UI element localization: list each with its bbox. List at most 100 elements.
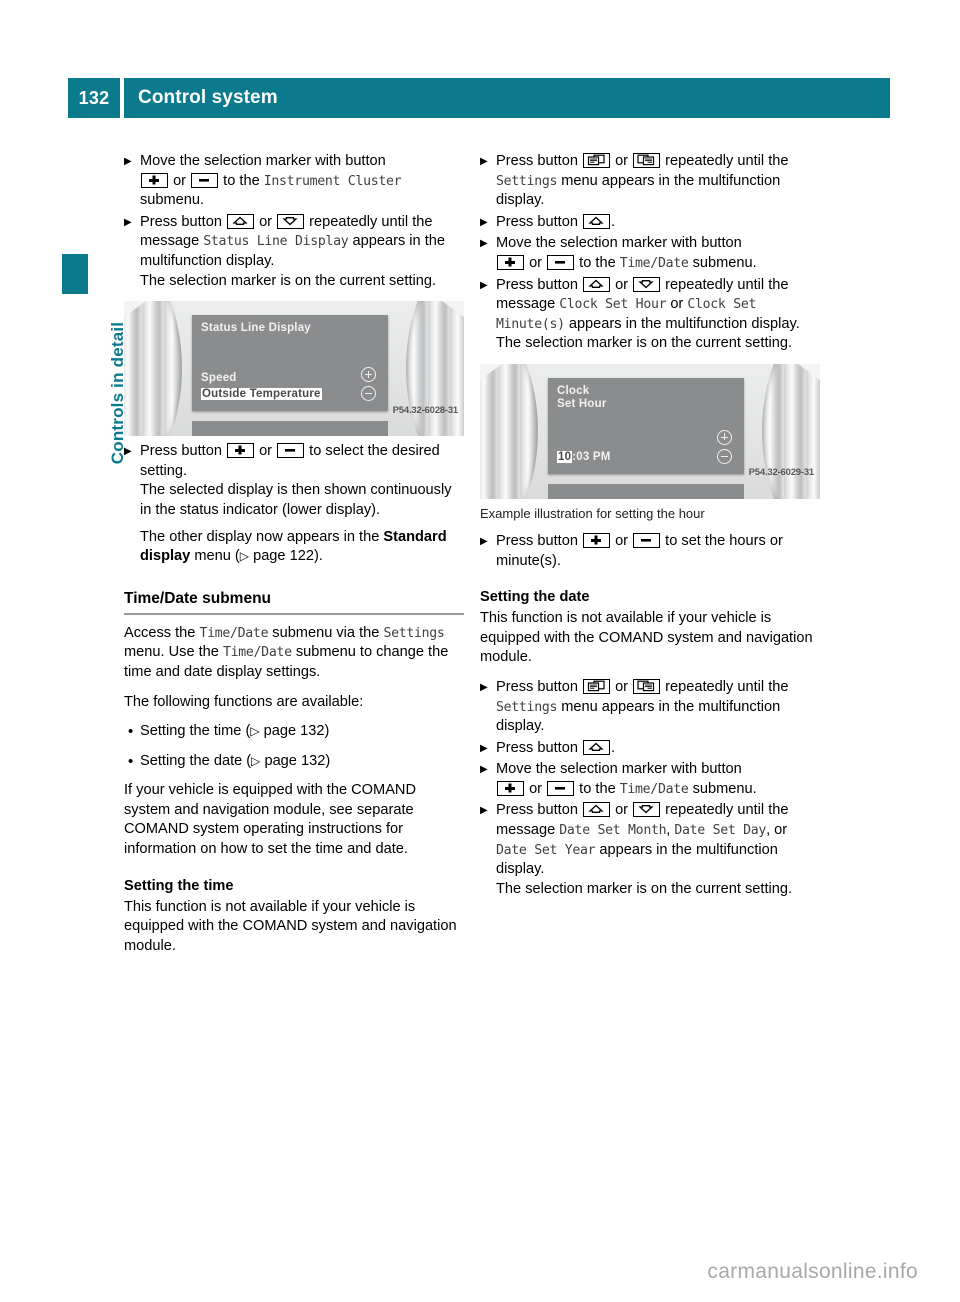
site-watermark: carmanualsonline.info bbox=[707, 1260, 918, 1283]
status-indicator-lower-display bbox=[548, 483, 744, 499]
chapter-tab-marker bbox=[62, 254, 88, 294]
list-item: Setting the time (▷ page 132) bbox=[124, 722, 464, 742]
step-text: repeatedly until the bbox=[665, 678, 789, 695]
text: submenu via the bbox=[272, 624, 380, 641]
step-text: The selection marker is on the current s… bbox=[496, 880, 793, 897]
message-status-line-display: Status Line Display bbox=[203, 234, 349, 250]
instruction-step: Move the selection marker with button or… bbox=[480, 760, 820, 799]
display-title-line1: Clock bbox=[557, 384, 590, 397]
message-date-set-year: Date Set Year bbox=[496, 842, 596, 858]
down-arrow-button-icon bbox=[277, 213, 305, 229]
subsection-heading-setting-the-date: Setting the date bbox=[480, 589, 590, 606]
step-text: submenu. bbox=[692, 254, 757, 271]
bullet-text: Setting the time ( bbox=[140, 723, 251, 740]
step-text: or bbox=[173, 172, 187, 189]
step-text: Move the selection marker with button bbox=[496, 761, 742, 778]
paragraph: If your vehicle is equipped with the COM… bbox=[124, 782, 417, 858]
step-text: appears in the multifunction display. bbox=[568, 315, 800, 332]
display-plus-indicator-icon bbox=[361, 367, 376, 383]
figure-corner-left bbox=[480, 363, 502, 380]
figure-caption: Example illustration for setting the hou… bbox=[480, 505, 705, 521]
paragraph: The following functions are available: bbox=[124, 693, 364, 710]
step-text: or bbox=[529, 780, 543, 797]
instruction-step: Press button or to select the desired se… bbox=[124, 442, 464, 567]
plus-button-icon bbox=[583, 532, 610, 548]
display-minus-indicator-icon bbox=[717, 448, 732, 464]
menu-name-time-date: Time/Date bbox=[222, 645, 292, 661]
message-clock-set-hour: Clock Set Hour bbox=[559, 297, 667, 313]
instrument-gauge-left bbox=[480, 363, 538, 499]
figure-corner-left bbox=[124, 301, 146, 318]
down-arrow-button-icon bbox=[633, 802, 661, 818]
step-text: or bbox=[615, 153, 629, 169]
bullet-text: Setting the date ( bbox=[140, 752, 252, 769]
step-text: The selection marker is on the current s… bbox=[140, 272, 437, 289]
plus-button-icon bbox=[497, 780, 524, 796]
instruction-step: Press button or repeatedly until the Set… bbox=[480, 678, 820, 737]
minus-button-icon bbox=[633, 532, 661, 548]
page-forward-button-icon bbox=[633, 153, 661, 168]
page-number: 132 bbox=[78, 87, 110, 108]
step-text: The other display now appears in the bbox=[140, 528, 380, 545]
page-forward-button-icon bbox=[633, 678, 661, 694]
step-text: . bbox=[611, 213, 616, 230]
figure-clock-set-hour: Clock Set Hour 10:03 PM P54.32-6029-31 bbox=[480, 363, 820, 499]
page-ref-arrow-icon: ▷ bbox=[251, 753, 261, 768]
display-plus-indicator-icon bbox=[717, 429, 732, 445]
display-minus-indicator-icon bbox=[361, 386, 376, 402]
menu-name-time-date: Time/Date bbox=[619, 781, 689, 797]
page-reference: page 132) bbox=[264, 752, 331, 769]
up-arrow-button-icon bbox=[583, 213, 610, 229]
step-text: Press button bbox=[496, 532, 578, 549]
display-option-outside-temperature: Outside Temperature bbox=[201, 385, 322, 405]
plus-button-icon bbox=[141, 172, 168, 188]
instruction-step: Press button or to set the hours or minu… bbox=[480, 532, 820, 571]
message-date-set-day: Date Set Day bbox=[674, 823, 767, 839]
instruction-step: Move the selection marker with button or… bbox=[124, 152, 464, 211]
step-text: or bbox=[615, 678, 629, 695]
down-arrow-button-icon bbox=[633, 276, 661, 292]
step-text: or bbox=[615, 276, 629, 293]
page-ref-arrow-icon: ▷ bbox=[239, 549, 250, 564]
page-back-button-icon bbox=[583, 153, 610, 168]
figure-corner-right bbox=[798, 363, 820, 380]
page-ref-arrow-icon: ▷ bbox=[250, 724, 260, 739]
step-text: The selected display is then shown conti… bbox=[140, 482, 452, 518]
instruction-step: Press button or repeatedly until the mes… bbox=[480, 276, 820, 354]
paragraph: This function is not available if your v… bbox=[124, 898, 457, 954]
up-arrow-button-icon bbox=[583, 739, 610, 755]
menu-name-settings: Settings bbox=[496, 699, 558, 715]
step-text: Press button bbox=[496, 802, 578, 819]
step-text: or bbox=[670, 296, 684, 313]
step-text: or bbox=[259, 213, 273, 230]
instruction-step: Press button . bbox=[480, 213, 820, 233]
figure-corner-right bbox=[442, 301, 464, 318]
multifunction-display-screen: Clock Set Hour 10:03 PM bbox=[548, 377, 744, 474]
minus-button-icon bbox=[547, 254, 575, 270]
menu-name-time-date: Time/Date bbox=[199, 625, 269, 641]
message-date-set-month: Date Set Month bbox=[559, 823, 667, 839]
figure-reference-code: P54.32-6028-31 bbox=[392, 404, 459, 416]
page-header: 132 Control system bbox=[68, 78, 890, 118]
step-text: to the bbox=[579, 254, 616, 271]
selection-marker: Outside Temperature bbox=[201, 388, 322, 401]
figure-status-line-display: Status Line Display Speed Outside Temper… bbox=[124, 301, 464, 437]
minus-button-icon bbox=[191, 172, 219, 188]
instruction-step: Press button or repeatedly until the mes… bbox=[124, 213, 464, 291]
figure-reference-code: P54.32-6029-31 bbox=[748, 467, 815, 479]
menu-name-settings: Settings bbox=[383, 625, 445, 641]
step-text: Move the selection marker with button bbox=[496, 235, 742, 252]
menu-name-instrument-cluster: Instrument Cluster bbox=[263, 173, 402, 189]
right-text-column: Press button or repeatedly until the Set… bbox=[480, 152, 820, 901]
time-remainder: :03 PM bbox=[572, 450, 611, 463]
section-rule bbox=[124, 612, 464, 615]
step-text: Move the selection marker with button bbox=[140, 153, 386, 169]
paragraph: Access the Time/Date submenu via the Set… bbox=[124, 624, 464, 683]
text: Access the bbox=[124, 624, 196, 641]
list-item: Setting the date (▷ page 132) bbox=[124, 752, 464, 772]
step-text: Press button bbox=[140, 443, 222, 460]
step-text: Press button bbox=[496, 678, 578, 695]
minus-button-icon bbox=[547, 780, 575, 796]
instruction-step: Press button . bbox=[480, 739, 820, 759]
step-text: repeatedly until the bbox=[665, 153, 789, 169]
